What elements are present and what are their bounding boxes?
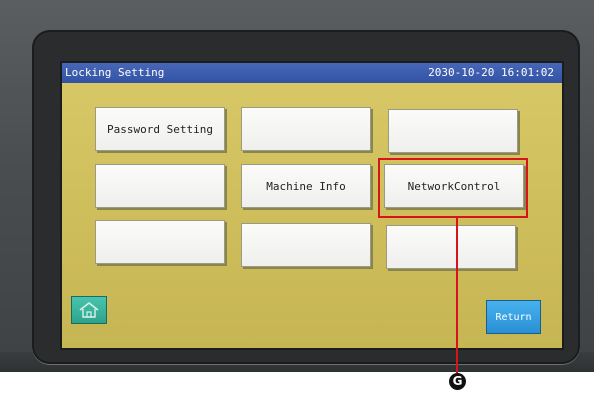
- grid-button-r3c1[interactable]: [95, 220, 225, 264]
- annotation-callout-line: [456, 218, 458, 373]
- title-bar: Locking Setting 2030-10-20 16:01:02: [62, 63, 562, 83]
- machine-info-button[interactable]: Machine Info: [241, 164, 371, 208]
- return-button[interactable]: Return: [486, 300, 541, 334]
- datetime-display: 2030-10-20 16:01:02: [428, 66, 554, 79]
- grid-button-r2c1[interactable]: [95, 164, 225, 208]
- annotation-highlight-box: [378, 158, 528, 218]
- window-title: Locking Setting: [65, 66, 165, 79]
- home-icon: [79, 301, 99, 318]
- annotation-marker-g: G: [449, 373, 466, 390]
- grid-button-r3c3[interactable]: [386, 225, 516, 269]
- password-setting-button[interactable]: Password Setting: [95, 107, 225, 151]
- home-button[interactable]: [71, 296, 107, 324]
- grid-button-r1c3[interactable]: [388, 109, 518, 153]
- grid-button-r3c2[interactable]: [241, 223, 371, 267]
- grid-button-r1c2[interactable]: [241, 107, 371, 151]
